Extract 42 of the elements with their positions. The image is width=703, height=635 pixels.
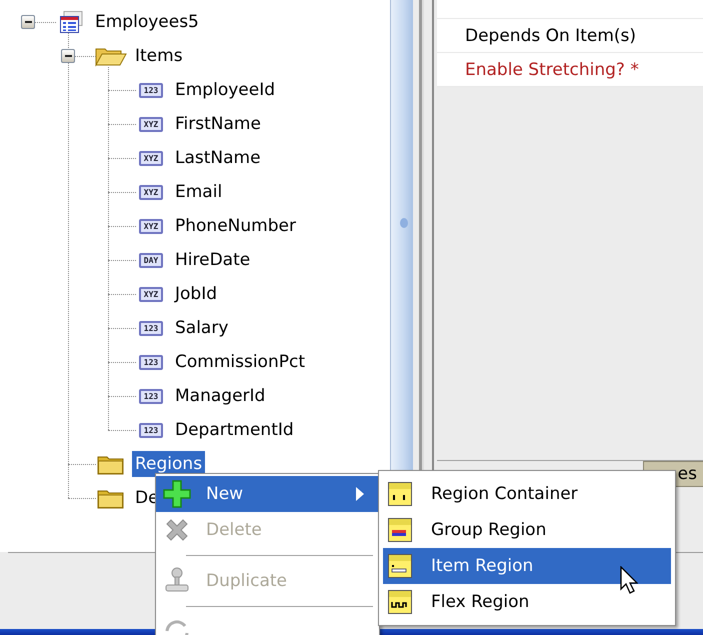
type-badge: 123 [138,320,164,336]
tree-node-label[interactable]: Employees5 [95,8,199,36]
property-label: Enable Stretching? * [437,53,703,87]
type-badge: XYZ [138,116,164,132]
type-badge: DAY [138,252,164,268]
tree-node-label[interactable]: DepartmentId [175,416,294,444]
menu-item[interactable]: New [156,476,379,512]
type-badge: XYZ [138,286,164,302]
tree-node-label[interactable]: HireDate [175,246,250,274]
submenu-item[interactable]: Item Region [383,548,671,584]
tree-node-label[interactable]: LastName [175,144,261,172]
tree-node-label[interactable]: Items [135,42,183,70]
type-badge: 123 [138,354,164,370]
region-icon [387,589,413,615]
plus-icon [162,479,192,509]
submenu-item[interactable]: Region Container [383,476,671,512]
submenu-item[interactable]: Flex Region [383,584,671,620]
type-badge: 123 [138,82,164,98]
type-badge: 123 [138,388,164,404]
expand-toggle[interactable] [61,49,75,63]
property-label: Depends On Item(s) [437,19,703,53]
type-badge: XYZ [138,150,164,166]
tree-node-label[interactable]: CommissionPct [175,348,305,376]
tree-node-label[interactable]: Email [175,178,222,206]
submenu-item[interactable]: Group Region [383,512,671,548]
tree-node-label[interactable]: FirstName [175,110,261,138]
tree-node-label[interactable]: Salary [175,314,228,342]
tree-node-label[interactable]: ManagerId [175,382,266,410]
expand-toggle[interactable] [21,15,35,29]
type-badge: XYZ [138,184,164,200]
type-badge: 123 [138,422,164,438]
region-icon [387,517,413,543]
tree-node-label[interactable]: EmployeeId [175,76,275,104]
region-icon [387,553,413,579]
region-icon [387,481,413,507]
type-badge: XYZ [138,218,164,234]
mouse-pointer-icon [620,566,638,596]
tree-node-label[interactable]: PhoneNumber [175,212,296,240]
tree-node-label[interactable]: Regions [132,450,206,478]
submenu-arrow-icon [355,486,365,502]
table-icon [59,11,83,33]
tree-node-label[interactable]: JobId [175,280,218,308]
